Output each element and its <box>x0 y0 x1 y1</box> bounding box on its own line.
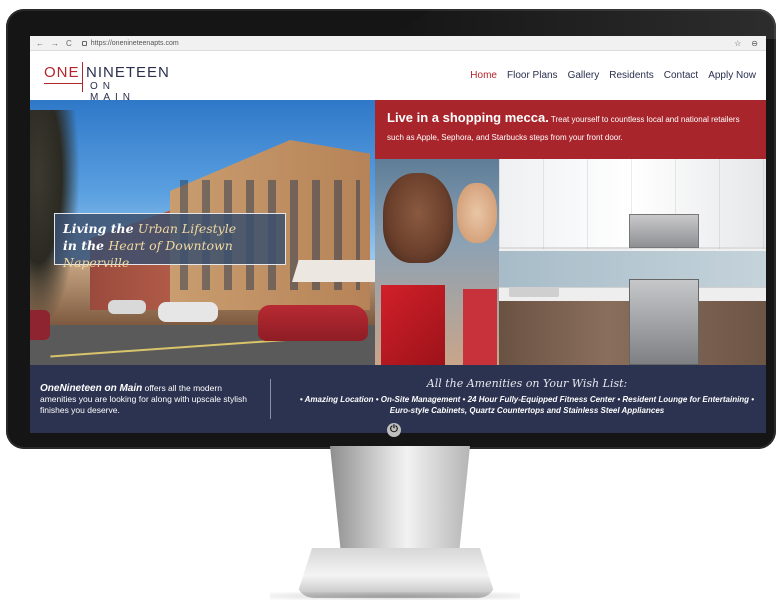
hero-tagline: Living the Urban Lifestyle in the Heart … <box>54 213 286 270</box>
address-bar[interactable]: https://onenineteenapts.com <box>81 40 179 47</box>
shopper-face <box>383 173 453 263</box>
url-text[interactable]: https://onenineteenapts.com <box>91 40 179 47</box>
parked-car <box>30 310 50 340</box>
browser-actions: ☆ ⊖ <box>734 39 766 48</box>
shopper-face <box>457 183 497 243</box>
tagline-text: in the <box>63 238 109 253</box>
logo-nineteen: NINETEEN <box>86 64 170 81</box>
tagline-line-1: Living the Urban Lifestyle <box>63 220 277 237</box>
forward-icon[interactable]: → <box>51 39 59 48</box>
microwave <box>629 214 699 248</box>
nav-floor-plans[interactable]: Floor Plans <box>507 70 558 81</box>
hero-street-image: Living the Urban Lifestyle in the Heart … <box>30 100 375 365</box>
tagline-emphasis: Urban Lifestyle <box>137 221 237 236</box>
shoppers-photo <box>375 159 499 365</box>
parked-car <box>158 302 218 322</box>
nav-contact[interactable]: Contact <box>664 70 698 81</box>
amenities-title: All the Amenities on Your Wish List: <box>426 377 628 390</box>
stove <box>629 279 699 365</box>
logo-underline <box>44 83 82 84</box>
sink <box>509 287 559 297</box>
storefront-awning <box>292 260 375 282</box>
logo-divider <box>82 62 83 92</box>
shopping-bag <box>381 285 445 365</box>
tagline-line-2: in the Heart of Downtown Naperville <box>63 237 277 271</box>
monitor-stand-base <box>296 548 496 598</box>
monitor-frame: ← → C https://onenineteenapts.com ☆ ⊖ ON… <box>6 9 776 449</box>
nav-gallery[interactable]: Gallery <box>568 70 600 81</box>
kitchen-photo <box>499 159 766 365</box>
nav-residents[interactable]: Residents <box>609 70 653 81</box>
amenities-list: • Amazing Location • On-Site Management … <box>299 395 755 415</box>
power-icon[interactable]: ⏻ <box>387 423 401 437</box>
shopping-bag <box>463 289 497 365</box>
tagline-text: Living the <box>63 221 138 236</box>
main-nav: Home Floor Plans Gallery Residents Conta… <box>470 70 756 81</box>
nav-home[interactable]: Home <box>470 70 497 81</box>
screen: ← → C https://onenineteenapts.com ☆ ⊖ ON… <box>30 36 766 433</box>
monitor-gloss <box>386 9 776 39</box>
bookmark-star-icon[interactable]: ☆ <box>734 39 741 48</box>
stand-shadow <box>270 592 520 600</box>
site-logo[interactable]: ONE NINETEEN ON MAIN <box>44 62 169 103</box>
browser-nav: ← → C <box>30 39 72 48</box>
intro-brand: OneNineteen on Main <box>40 383 143 394</box>
info-band: OneNineteen on Main offers all the moder… <box>30 365 766 433</box>
logo-one: ONE <box>44 64 80 81</box>
site-header: ONE NINETEEN ON MAIN Home Floor Plans Ga… <box>30 51 766 103</box>
intro-text: OneNineteen on Main offers all the moder… <box>40 383 260 416</box>
nav-apply-now[interactable]: Apply Now <box>708 70 756 81</box>
reload-icon[interactable]: C <box>66 39 72 48</box>
shopping-promo: Live in a shopping mecca. Treat yourself… <box>375 100 766 159</box>
band-divider <box>270 379 271 419</box>
red-car <box>258 305 368 341</box>
monitor-stand-neck <box>330 446 470 556</box>
parked-car <box>108 300 146 314</box>
lock-icon <box>81 40 87 46</box>
browser-toolbar: ← → C https://onenineteenapts.com ☆ ⊖ <box>30 36 766 51</box>
account-icon[interactable]: ⊖ <box>751 39 758 48</box>
back-icon[interactable]: ← <box>36 39 44 48</box>
promo-headline: Live in a shopping mecca. <box>387 110 549 125</box>
amenities: All the Amenities on Your Wish List: • A… <box>292 377 762 416</box>
